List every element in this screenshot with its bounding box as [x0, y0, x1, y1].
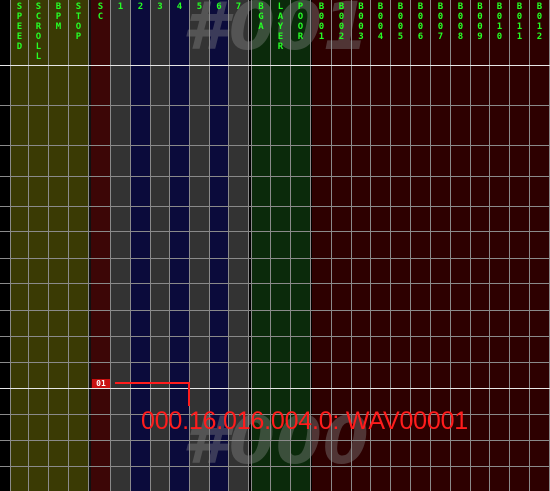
beat-line — [0, 206, 550, 207]
bga-header: BGA — [258, 2, 264, 32]
bpm-header: BPM — [55, 2, 62, 32]
key3-header: 3 — [157, 2, 163, 12]
bgm-11-column[interactable]: B011 — [510, 0, 530, 491]
note-object[interactable]: 01 — [92, 379, 110, 388]
stop-column[interactable]: STOP — [69, 0, 89, 491]
cursor-horizontal-line — [115, 382, 190, 384]
note-position-readout: 000.16.016.004.0: WAV00001 — [141, 407, 469, 435]
bgm-11-header: B011 — [516, 2, 523, 42]
poor-header: POOR — [297, 2, 304, 42]
key5-header: 5 — [196, 2, 203, 12]
bgm-6-header: B006 — [417, 2, 424, 42]
beat-line — [0, 176, 550, 177]
bpm-column[interactable]: BPM — [49, 0, 69, 491]
cursor-vertical-line — [188, 382, 190, 406]
bgm-10-header: B010 — [496, 2, 503, 42]
bgm-7-header: B007 — [437, 2, 444, 42]
key7-header: 7 — [235, 2, 242, 12]
beat-line — [0, 283, 550, 284]
beat-line — [0, 310, 550, 311]
scroll-column[interactable]: SCROLL — [29, 0, 49, 491]
beat-line — [0, 258, 550, 259]
bgm-2-header: B002 — [338, 2, 345, 42]
key1-header: 1 — [117, 2, 124, 12]
key6-header: 6 — [216, 2, 222, 12]
bgm-4-header: B004 — [377, 2, 384, 42]
beat-line — [0, 231, 550, 232]
measure-line — [0, 65, 550, 66]
scratch-column[interactable]: SC — [91, 0, 111, 491]
bgm-9-column[interactable]: B009 — [471, 0, 490, 491]
bgm-9-header: B009 — [477, 2, 483, 42]
scratch-header: SC — [97, 2, 104, 22]
speed-column[interactable]: SPEED — [10, 0, 29, 491]
beat-line — [0, 105, 550, 106]
key1-column[interactable]: 1 — [111, 0, 131, 491]
stop-header: STOP — [75, 2, 82, 42]
speed-header: SPEED — [16, 2, 23, 52]
bgm-12-column[interactable]: B012 — [530, 0, 550, 491]
bgm-1-header: B001 — [318, 2, 325, 42]
bgm-12-header: B012 — [536, 2, 543, 42]
bms-editor-canvas[interactable]: SPEED SCROLL BPM STOP SC 1 2 3 4 5 6 7 BGA LAYER POOR B… — [0, 0, 550, 491]
bgm-8-header: B008 — [457, 2, 464, 42]
measure-line — [0, 388, 550, 389]
key4-header: 4 — [176, 2, 183, 12]
bgm-10-column[interactable]: B010 — [490, 0, 510, 491]
bgm-3-header: B003 — [358, 2, 364, 42]
scroll-header: SCROLL — [35, 2, 42, 62]
key2-header: 2 — [137, 2, 144, 12]
beat-line — [0, 145, 550, 146]
beat-line — [0, 362, 550, 363]
layer-header: LAYER — [277, 2, 284, 52]
beat-line — [0, 336, 550, 337]
bgm-5-header: B005 — [397, 2, 404, 42]
